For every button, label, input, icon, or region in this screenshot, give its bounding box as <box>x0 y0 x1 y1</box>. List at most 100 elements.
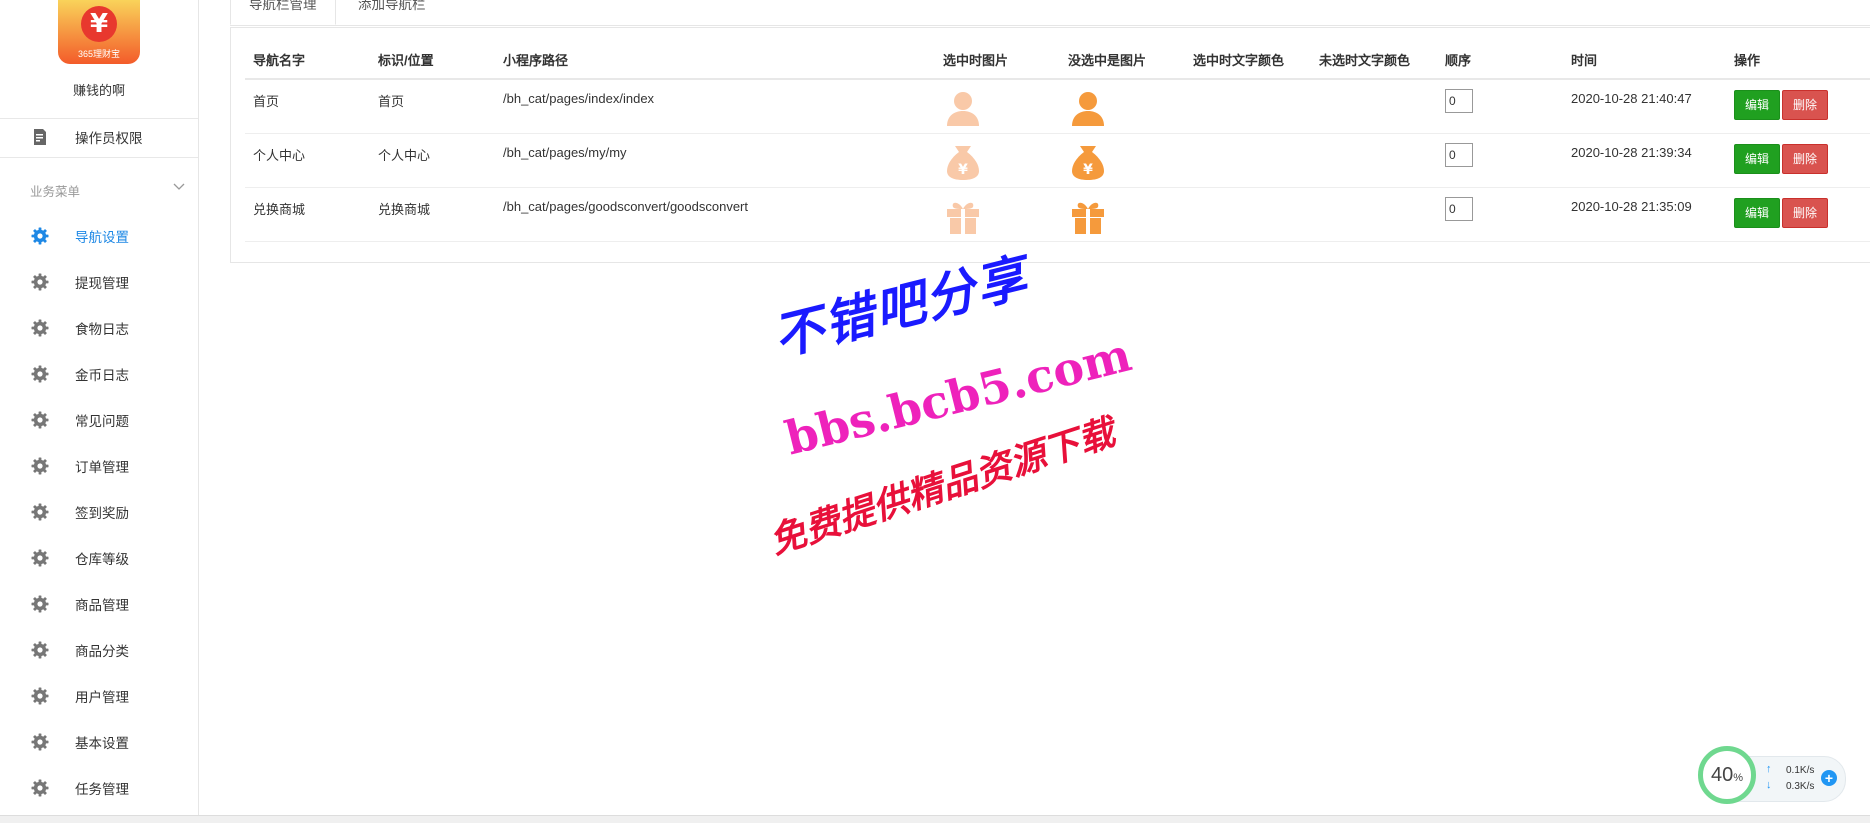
upload-arrow-icon: ↑ <box>1766 763 1772 775</box>
column-header: 没选中是图片 <box>1060 40 1185 80</box>
download-arrow-icon: ↓ <box>1766 779 1772 791</box>
tab-add-nav[interactable]: 添加导航栏 <box>340 0 444 24</box>
sidebar-item-label: 仓库等级 <box>75 552 129 567</box>
sidebar-item-label: 金币日志 <box>75 368 129 383</box>
column-header: 小程序路径 <box>495 40 935 80</box>
sidebar-item-label: 基本设置 <box>75 736 129 751</box>
edit-button[interactable]: 编辑 <box>1734 143 1781 174</box>
sidebar-item-label: 用户管理 <box>75 690 129 705</box>
selected-image-cell <box>935 79 1060 134</box>
column-header: 导航名字 <box>245 40 370 80</box>
document-edit-icon <box>30 127 50 147</box>
actions-cell: 编辑 删除 <box>1726 133 1870 188</box>
order-input[interactable]: 0 <box>1445 142 1473 167</box>
sidebar: ¥ 365理财宝 赚钱的啊 操作员权限 业务菜单 导航设置 提现管理 食物日志 金币日… <box>0 0 199 815</box>
unselected-text-color-cell <box>1311 133 1437 188</box>
shop-name: 赚钱的啊 <box>72 83 125 98</box>
chevron-down-icon[interactable] <box>173 181 185 193</box>
sidebar-item-label: 操作员权限 <box>75 131 143 146</box>
table-row: 个人中心 个人中心/bh_cat/pages/my/my ¥ ¥0 2020-10-28… <box>245 133 1870 188</box>
nav-name-cell: 兑换商城 <box>245 187 370 242</box>
selected-text-color-cell <box>1185 187 1311 242</box>
selected-image-cell: ¥ <box>935 133 1060 188</box>
column-header: 顺序 <box>1437 40 1563 80</box>
gear-icon <box>30 778 50 798</box>
nav-position-cell: 个人中心 <box>370 133 495 188</box>
sidebar-item-label: 商品管理 <box>75 598 129 613</box>
time-cell: 2020-10-28 21:39:34 <box>1563 133 1726 188</box>
gear-icon <box>30 318 50 338</box>
person-icon <box>1068 92 1108 131</box>
gear-icon <box>30 594 50 614</box>
nav-position-cell: 兑换商城 <box>370 187 495 242</box>
sidebar-item-label: 任务管理 <box>75 782 129 797</box>
menu-group-title[interactable]: 业务菜单 <box>30 181 80 200</box>
order-cell: 0 <box>1437 79 1563 134</box>
delete-button[interactable]: 删除 <box>1782 143 1829 174</box>
gift-icon <box>1068 202 1108 239</box>
sidebar-item-label: 常见问题 <box>75 414 129 429</box>
order-cell: 0 <box>1437 133 1563 188</box>
nav-position-cell: 首页 <box>370 79 495 134</box>
sidebar-item[interactable]: 仓库等级 <box>0 540 198 576</box>
gear-icon <box>30 226 50 246</box>
sidebar-item-label: 提现管理 <box>75 276 129 291</box>
plus-icon[interactable]: + <box>1821 770 1837 786</box>
svg-text:¥: ¥ <box>958 162 968 178</box>
sidebar-item[interactable]: 用户管理 <box>0 678 198 714</box>
edit-button[interactable]: 编辑 <box>1734 197 1781 228</box>
sidebar-item[interactable]: 提现管理 <box>0 264 198 300</box>
nav-path-cell: /bh_cat/pages/my/my <box>495 133 935 188</box>
sidebar-item[interactable]: 食物日志 <box>0 310 198 346</box>
order-cell: 0 <box>1437 187 1563 242</box>
sidebar-item-label: 订单管理 <box>75 460 129 475</box>
gear-icon <box>30 640 50 660</box>
sidebar-item[interactable]: 基本设置 <box>0 724 198 760</box>
table-row: 首页 首页/bh_cat/pages/index/index 0 2020-10-28… <box>245 79 1870 134</box>
upload-speed: 0.1K/s <box>1786 765 1815 776</box>
sidebar-item[interactable]: 商品分类 <box>0 632 198 668</box>
order-input[interactable]: 0 <box>1445 196 1473 221</box>
unselected-text-color-cell <box>1311 187 1437 242</box>
table-header-row: 导航名字 标识/位置 小程序路径 选中时图片 没选中是图片 选中时文字颜色 未选时文字颜色顺… <box>245 40 1870 80</box>
svg-text:¥: ¥ <box>1083 162 1093 178</box>
memory-percent-badge[interactable]: 40% <box>1698 746 1756 804</box>
actions-cell: 编辑 删除 <box>1726 79 1870 134</box>
edit-button[interactable]: 编辑 <box>1734 90 1781 120</box>
person-icon <box>943 92 983 131</box>
tab-nav-management[interactable]: 导航栏管理 <box>230 0 336 25</box>
sidebar-item-label: 食物日志 <box>75 322 129 337</box>
unselected-image-cell: ¥ <box>1060 133 1185 188</box>
delete-button[interactable]: 删除 <box>1782 90 1829 120</box>
sidebar-item-label: 导航设置 <box>75 230 129 245</box>
sidebar-item-permissions[interactable]: 操作员权限 <box>0 119 198 155</box>
unselected-image-cell <box>1060 187 1185 242</box>
sidebar-item[interactable]: 常见问题 <box>0 402 198 438</box>
download-speed: 0.3K/s <box>1786 781 1815 792</box>
gear-icon <box>30 364 50 384</box>
sidebar-item[interactable]: 签到奖励 <box>0 494 198 530</box>
sidebar-item[interactable]: 金币日志 <box>0 356 198 392</box>
nav-name-cell: 个人中心 <box>245 133 370 188</box>
column-header: 未选时文字颜色 <box>1311 40 1437 80</box>
nav-table: 导航名字 标识/位置 小程序路径 选中时图片 没选中是图片 选中时文字颜色 未选时文字颜色顺… <box>245 40 1870 242</box>
yen-icon: ¥ <box>81 6 117 42</box>
sidebar-item[interactable]: 订单管理 <box>0 448 198 484</box>
nav-name-cell: 首页 <box>245 79 370 134</box>
selected-text-color-cell <box>1185 133 1311 188</box>
column-header: 选中时图片 <box>935 40 1060 80</box>
sidebar-item[interactable]: 商品管理 <box>0 586 198 622</box>
nav-path-cell: /bh_cat/pages/goodsconvert/goodsconvert <box>495 187 935 242</box>
money-bag-icon: ¥ <box>943 145 983 185</box>
column-header: 标识/位置 <box>370 40 495 80</box>
selected-image-cell <box>935 187 1060 242</box>
sidebar-item[interactable]: 导航设置 <box>0 218 198 254</box>
unselected-image-cell <box>1060 79 1185 134</box>
divider <box>0 157 198 158</box>
delete-button[interactable]: 删除 <box>1782 197 1829 228</box>
sidebar-item[interactable]: 任务管理 <box>0 770 198 806</box>
sidebar-item-label: 商品分类 <box>75 644 129 659</box>
time-cell: 2020-10-28 21:35:09 <box>1563 187 1726 242</box>
order-input[interactable]: 0 <box>1445 89 1473 113</box>
tab-bar: 导航栏管理 添加导航栏 <box>230 0 1870 26</box>
